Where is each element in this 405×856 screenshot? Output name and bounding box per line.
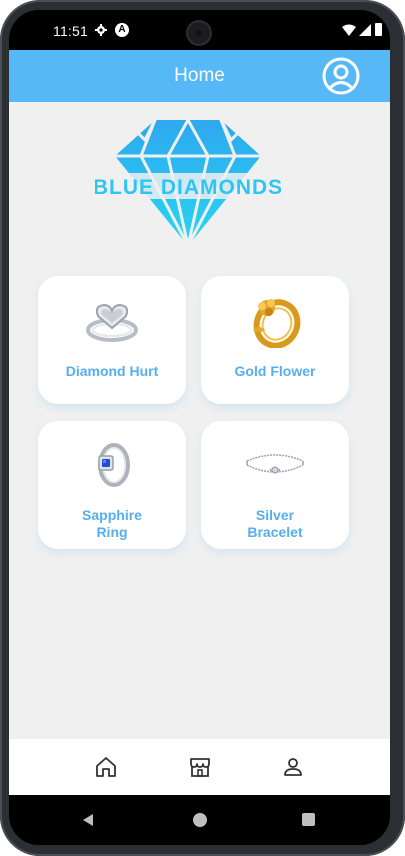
home-content: BLUE DIAMONDS Diamond Hurt Gold Flower S… (9, 102, 390, 739)
gold-flower-ring-image (253, 299, 301, 348)
product-name: Gold Flower (234, 363, 316, 379)
product-name-line-2: Bracelet (247, 524, 303, 540)
product-card-silver-bracelet[interactable]: Silver Bracelet (201, 421, 349, 549)
product-name-line-1: Sapphire (82, 507, 142, 523)
system-navigation-bar (9, 795, 390, 845)
recents-button[interactable] (302, 813, 315, 826)
logo-text: BLUE DIAMONDS (95, 176, 281, 199)
product-card-gold-flower[interactable]: Gold Flower (201, 276, 349, 404)
wifi-icon (342, 24, 356, 36)
store-icon[interactable] (188, 755, 212, 779)
silver-bracelet-image (246, 454, 304, 474)
home-icon[interactable] (94, 755, 118, 779)
profile-icon[interactable] (281, 755, 305, 779)
product-name-line-1: Silver (255, 507, 295, 523)
product-name-line-2: Ring (96, 524, 128, 540)
status-bar: 11:51 A (9, 10, 390, 50)
product-card-sapphire-ring[interactable]: Sapphire Ring (38, 421, 186, 549)
app-bar: Home (9, 50, 390, 102)
a-notification-icon: A (115, 23, 129, 37)
back-button[interactable] (81, 813, 95, 827)
heart-diamond-ring-image (86, 303, 138, 342)
battery-icon (375, 23, 382, 36)
screen: 11:51 A Home BLUE DIAMONDS Diamond Hurt … (9, 10, 390, 845)
signal-icon (359, 24, 371, 36)
gear-icon (95, 24, 107, 36)
sapphire-ring-image (98, 443, 130, 487)
product-card-diamond-hurt[interactable]: Diamond Hurt (38, 276, 186, 404)
bottom-navigation (9, 739, 390, 795)
home-button[interactable] (193, 813, 207, 827)
product-name: Diamond Hurt (65, 363, 159, 379)
front-camera (188, 22, 210, 44)
account-circle-icon[interactable] (322, 57, 360, 95)
status-time: 11:51 (53, 23, 88, 39)
blue-diamonds-logo: BLUE DIAMONDS (95, 118, 281, 247)
device-frame: 11:51 A Home BLUE DIAMONDS Diamond Hurt … (0, 0, 405, 856)
